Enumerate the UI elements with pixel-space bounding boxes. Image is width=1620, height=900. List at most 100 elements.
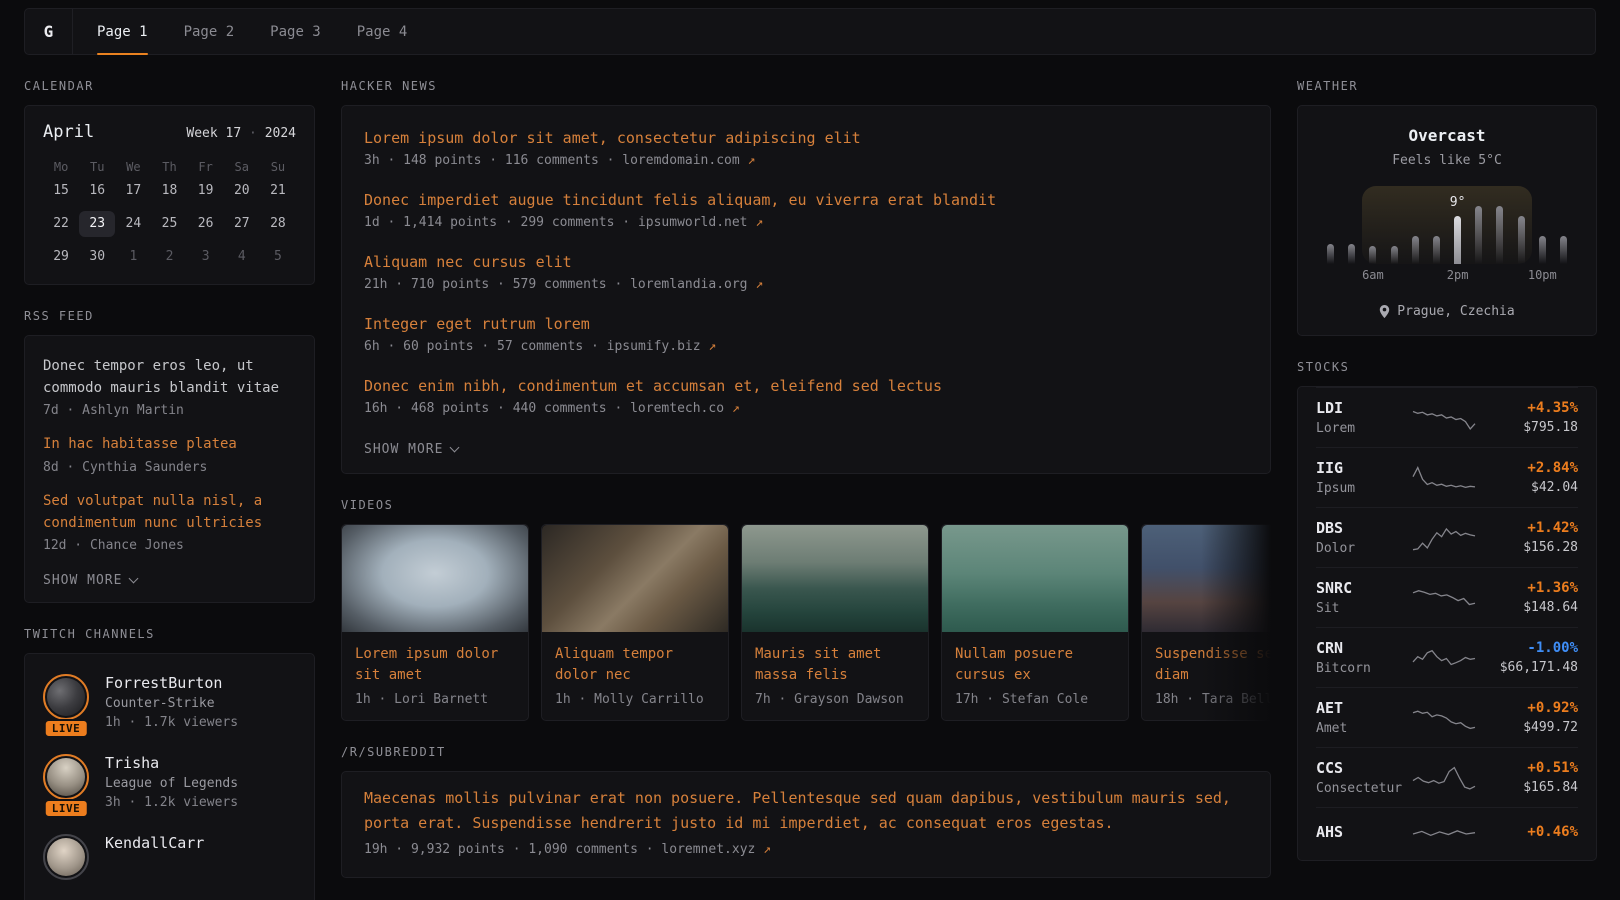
- hn-item-title[interactable]: Donec enim nibh, condimentum et accumsan…: [364, 377, 1248, 395]
- hn-item-title[interactable]: Lorem ipsum dolor sit amet, consectetur …: [364, 129, 1248, 147]
- calendar-dow: Fr: [188, 156, 224, 178]
- rss-show-more-button[interactable]: SHOW MORE: [43, 573, 137, 588]
- calendar-day: 19: [188, 178, 224, 204]
- nav-tab[interactable]: Page 4: [357, 9, 408, 54]
- hn-item-title[interactable]: Donec imperdiet augue tincidunt felis al…: [364, 191, 1248, 209]
- stock-row[interactable]: IIG Ipsum +2.84% $42.04: [1316, 447, 1578, 507]
- nav-tab[interactable]: Page 2: [184, 9, 235, 54]
- rss-show-more-label: SHOW MORE: [43, 573, 122, 588]
- stock-values: +4.35% $795.18: [1486, 400, 1578, 435]
- nav-tabs: Page 1 Page 2 Page 3 Page 4: [73, 9, 407, 54]
- twitch-section-title: TWITCH CHANNELS: [24, 627, 315, 641]
- twitch-channel[interactable]: LIVE ForrestBurton Counter-Strike 1h · 1…: [43, 660, 296, 740]
- live-badge: LIVE: [44, 719, 89, 738]
- stock-row[interactable]: CRN Bitcorn -1.00% $66,171.48: [1316, 627, 1578, 687]
- hn-item-domain-link[interactable]: ipsumify.biz: [607, 339, 701, 354]
- channel-viewers: 3h · 1.2k viewers: [105, 795, 238, 810]
- nav-tab[interactable]: Page 1: [97, 9, 148, 54]
- video-card[interactable]: Nullam posuere cursus ex 17h · Stefan Co…: [941, 524, 1129, 721]
- video-meta: 1h · Molly Carrillo: [555, 692, 715, 707]
- stock-identity: SNRC Sit: [1316, 579, 1402, 616]
- hn-item-domain-link[interactable]: loremdomain.com: [622, 153, 739, 168]
- stock-identity: CRN Bitcorn: [1316, 639, 1402, 676]
- video-title[interactable]: Suspendisse sed diam: [1155, 644, 1271, 686]
- sparkline-chart: [1411, 523, 1477, 553]
- sparkline-chart: [1411, 643, 1477, 673]
- app-logo[interactable]: G: [25, 9, 73, 54]
- stock-row[interactable]: DBS Dolor +1.42% $156.28: [1316, 507, 1578, 567]
- video-card[interactable]: Lorem ipsum dolor sit amet consectetu… 1…: [341, 524, 529, 721]
- hn-item-meta: 21h · 710 points · 579 comments · loreml…: [364, 277, 1248, 292]
- calendar-day: 15: [43, 178, 79, 204]
- video-card[interactable]: Aliquam tempor dolor nec pharetra… 1h · …: [541, 524, 729, 721]
- rss-item-title[interactable]: Donec tempor eros leo, ut commodo mauris…: [43, 356, 296, 399]
- video-thumbnail[interactable]: [542, 525, 728, 632]
- video-title[interactable]: Mauris sit amet massa felis: [755, 644, 915, 686]
- subreddit-post-title[interactable]: Maecenas mollis pulvinar erat non posuer…: [364, 786, 1248, 836]
- stock-row[interactable]: CCS Consectetur +0.51% $165.84: [1316, 747, 1578, 807]
- stock-row[interactable]: LDI Lorem +4.35% $795.18: [1316, 387, 1578, 447]
- stocks-section-title: STOCKS: [1297, 360, 1597, 374]
- video-title[interactable]: Nullam posuere cursus ex: [955, 644, 1115, 686]
- nav-tab[interactable]: Page 3: [270, 9, 321, 54]
- stock-price: $499.72: [1486, 720, 1578, 735]
- hn-item-domain-link[interactable]: ipsumworld.net: [638, 215, 748, 230]
- calendar-day: 1: [115, 244, 151, 270]
- hn-item-domain-link[interactable]: loremlandia.org: [630, 277, 747, 292]
- hn-item-title[interactable]: Integer eget rutrum lorem: [364, 315, 1248, 333]
- calendar-dow: Th: [151, 156, 187, 178]
- rss-item: In hac habitasse platea 8d · Cynthia Sau…: [43, 422, 296, 479]
- channel-name[interactable]: KendallCarr: [105, 834, 204, 852]
- twitch-section: TWITCH CHANNELS LIVE ForrestBurton Count…: [24, 627, 315, 900]
- avatar-wrapper: LIVE: [43, 754, 89, 810]
- rss-section: RSS FEED Donec tempor eros leo, ut commo…: [24, 309, 315, 603]
- weather-hour-slot: [1511, 186, 1532, 264]
- stock-row[interactable]: AET Amet +0.92% $499.72: [1316, 687, 1578, 747]
- calendar-day: 16: [79, 178, 115, 204]
- calendar-day: 3: [188, 244, 224, 270]
- weather-bar: [1369, 246, 1376, 264]
- stock-row[interactable]: AHS +0.46%: [1316, 807, 1578, 860]
- stock-name: Sit: [1316, 601, 1402, 616]
- channel-name[interactable]: ForrestBurton: [105, 674, 238, 692]
- video-card[interactable]: Suspendisse sed diam 18h · Tara Bell: [1141, 524, 1271, 721]
- video-thumbnail[interactable]: [1142, 525, 1271, 632]
- stock-values: +2.84% $42.04: [1486, 460, 1578, 495]
- external-link-icon: ↗: [763, 842, 771, 857]
- rss-item-title[interactable]: In hac habitasse platea: [43, 434, 296, 456]
- stock-price: $165.84: [1486, 780, 1578, 795]
- stock-values: +0.46%: [1486, 824, 1578, 844]
- channel-name[interactable]: Trisha: [105, 754, 238, 772]
- video-thumbnail[interactable]: [742, 525, 928, 632]
- weather-hour-slot: 9° 2pm: [1447, 186, 1468, 264]
- stock-ticker: AET: [1316, 699, 1402, 717]
- weather-location: Prague, Czechia: [1316, 304, 1578, 319]
- twitch-channel[interactable]: LIVE Trisha League of Legends 3h · 1.2k …: [43, 740, 296, 820]
- hn-item-title[interactable]: Aliquam nec cursus elit: [364, 253, 1248, 271]
- hacker-news-section-title: HACKER NEWS: [341, 79, 1271, 93]
- hn-item-domain-link[interactable]: loremtech.co: [630, 401, 724, 416]
- subreddit-domain-link[interactable]: loremnet.xyz: [661, 842, 755, 857]
- hacker-news-item: Donec imperdiet augue tincidunt felis al…: [364, 178, 1248, 240]
- hacker-news-card: Lorem ipsum dolor sit amet, consectetur …: [341, 105, 1271, 474]
- weather-card: Overcast Feels like 5°C: [1297, 105, 1597, 336]
- sparkline-chart: [1411, 403, 1477, 433]
- rss-item-title[interactable]: Sed volutpat nulla nisl, a condimentum n…: [43, 491, 296, 534]
- stock-row[interactable]: SNRC Sit +1.36% $148.64: [1316, 567, 1578, 627]
- stock-change: +0.92%: [1486, 700, 1578, 716]
- hn-show-more-button[interactable]: SHOW MORE: [364, 442, 458, 457]
- rss-item-meta: 12d · Chance Jones: [43, 538, 296, 553]
- video-thumbnail[interactable]: [942, 525, 1128, 632]
- sparkline-chart: [1411, 819, 1477, 849]
- video-card[interactable]: Mauris sit amet massa felis 7h · Grayson…: [741, 524, 929, 721]
- subreddit-post-stats: 19h · 9,932 points · 1,090 comments ·: [364, 842, 661, 857]
- right-column: WEATHER Overcast Feels like 5°C: [1297, 55, 1597, 900]
- video-title[interactable]: Aliquam tempor dolor nec pharetra…: [555, 644, 715, 686]
- video-title[interactable]: Lorem ipsum dolor sit amet consectetu…: [355, 644, 515, 686]
- weather-condition: Overcast: [1316, 126, 1578, 145]
- weather-hour-slot: [1426, 186, 1447, 264]
- main-column: HACKER NEWS Lorem ipsum dolor sit amet, …: [341, 55, 1271, 900]
- video-thumbnail[interactable]: [342, 525, 528, 632]
- video-body: Suspendisse sed diam 18h · Tara Bell: [1142, 632, 1271, 720]
- twitch-channel[interactable]: LIVE KendallCarr: [43, 820, 296, 890]
